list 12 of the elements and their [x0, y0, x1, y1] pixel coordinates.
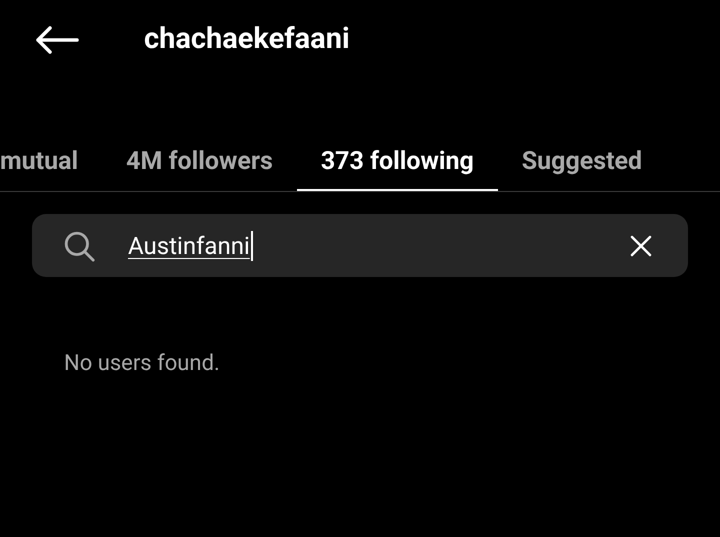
profile-username: chachaekefaani — [144, 21, 350, 58]
tab[interactable]: Suggested — [498, 143, 666, 191]
tab[interactable]: 373 following — [296, 143, 498, 191]
tab[interactable]: mutual — [0, 143, 102, 191]
close-icon — [630, 234, 652, 256]
back-arrow-icon — [35, 25, 79, 55]
tab[interactable]: 4M followers — [102, 143, 297, 191]
text-cursor — [250, 230, 253, 260]
empty-message: No users found. — [64, 351, 220, 376]
search-field[interactable]: Austinfanni — [32, 214, 688, 277]
search-query: Austinfanni — [128, 230, 250, 262]
back-button[interactable] — [34, 25, 80, 55]
